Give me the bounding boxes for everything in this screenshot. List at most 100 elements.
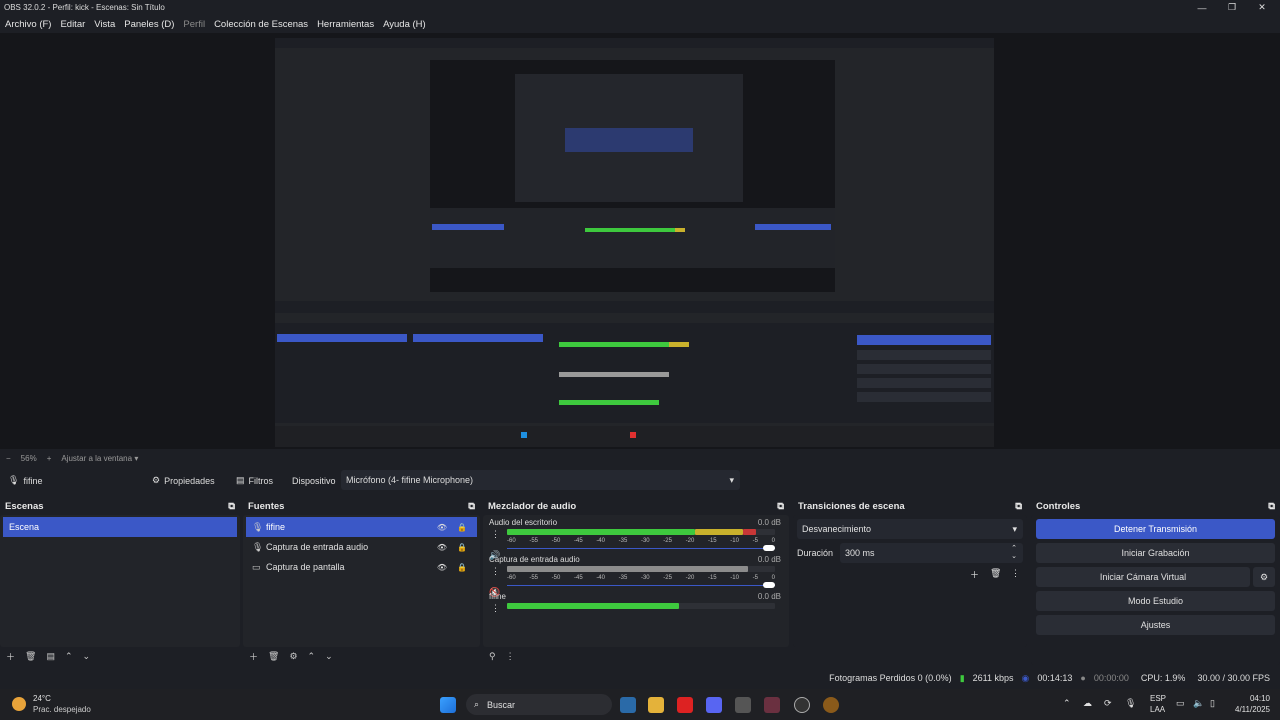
undock-icon[interactable]: ⧉ bbox=[1268, 501, 1275, 512]
volume-icon[interactable]: 🔈 bbox=[1193, 698, 1204, 709]
opera-icon[interactable] bbox=[677, 697, 693, 713]
mixer-title: Mezclador de audio bbox=[488, 500, 577, 512]
battery-icon[interactable]: ▯ bbox=[1210, 698, 1215, 709]
trash-icon[interactable]: 🗑 bbox=[268, 651, 279, 662]
microphone-icon[interactable]: 🎙 bbox=[1125, 698, 1136, 709]
menu-archivo[interactable]: Archivo (F) bbox=[5, 19, 51, 30]
chevron-up-icon[interactable]: ⌃ bbox=[65, 651, 73, 662]
zoom-in-button[interactable]: + bbox=[47, 454, 52, 463]
chevron-down-icon: ▾ bbox=[729, 474, 734, 485]
menu-vista[interactable]: Vista bbox=[94, 19, 115, 30]
filter-icon[interactable]: ▤ bbox=[46, 651, 55, 662]
meter-level bbox=[694, 529, 743, 535]
lock-icon[interactable]: 🔒 bbox=[457, 563, 467, 572]
keyboard-language[interactable]: ESP bbox=[1150, 694, 1166, 703]
network-icon[interactable]: ▭ bbox=[1176, 698, 1185, 709]
virtual-camera-settings-gear-icon[interactable]: ⚙ bbox=[1253, 567, 1275, 587]
more-icon[interactable]: ⋮ bbox=[1011, 568, 1020, 579]
eye-icon[interactable]: 👁 bbox=[437, 543, 447, 552]
virtual-camera-button[interactable]: Iniciar Cámara Virtual bbox=[1036, 567, 1250, 587]
source-item-label: Captura de pantalla bbox=[266, 562, 345, 572]
eye-icon[interactable]: 👁 bbox=[437, 523, 447, 532]
menu-perfil[interactable]: Perfil bbox=[183, 19, 205, 30]
app-icon[interactable] bbox=[620, 697, 636, 713]
add-icon[interactable]: ＋ bbox=[970, 568, 979, 581]
calculator-icon[interactable] bbox=[735, 697, 751, 713]
trash-icon[interactable]: 🗑 bbox=[990, 568, 1001, 579]
menu-editar[interactable]: Editar bbox=[60, 19, 85, 30]
slider-knob[interactable] bbox=[763, 545, 775, 551]
studio-mode-button[interactable]: Modo Estudio bbox=[1036, 591, 1275, 611]
link-icon[interactable]: ⚲ bbox=[489, 651, 496, 662]
mixer-channel: Audio del escritorio 0.0 dB ⋮ -60 -55 -50 -45-… bbox=[483, 515, 789, 560]
undock-icon[interactable]: ⧉ bbox=[777, 501, 784, 512]
clock-date[interactable]: 4/11/2025 bbox=[1220, 705, 1270, 714]
app-icon[interactable] bbox=[823, 697, 839, 713]
cpu-usage: CPU: 1.9% bbox=[1140, 673, 1186, 683]
add-icon[interactable]: ＋ bbox=[249, 650, 258, 663]
channel-db: 0.0 dB bbox=[757, 592, 781, 601]
discord-icon[interactable] bbox=[706, 697, 722, 713]
scene-item[interactable]: Escena bbox=[3, 517, 237, 537]
menu-ayuda[interactable]: Ayuda (H) bbox=[383, 19, 426, 30]
chevron-down-icon[interactable]: ⌄ bbox=[325, 651, 333, 662]
source-item-label: fifine bbox=[266, 522, 286, 532]
minimize-icon[interactable]: — bbox=[1187, 0, 1217, 15]
menu-coleccion[interactable]: Colección de Escenas bbox=[214, 19, 308, 30]
eye-icon[interactable]: 👁 bbox=[437, 563, 447, 572]
undock-icon[interactable]: ⧉ bbox=[468, 501, 475, 512]
more-icon[interactable]: ⋮ bbox=[491, 529, 500, 540]
windows-start-icon[interactable] bbox=[440, 697, 456, 713]
lock-icon[interactable]: 🔒 bbox=[457, 523, 467, 532]
volume-slider[interactable] bbox=[507, 581, 775, 589]
monitor-icon: ▭ bbox=[252, 561, 261, 572]
maximize-icon[interactable]: ❐ bbox=[1217, 0, 1247, 15]
app-icon[interactable] bbox=[764, 697, 780, 713]
folder-icon[interactable] bbox=[648, 697, 664, 713]
lock-icon[interactable]: 🔒 bbox=[457, 543, 467, 552]
more-icon[interactable]: ⋮ bbox=[491, 603, 500, 614]
menu-herramientas[interactable]: Herramientas bbox=[317, 19, 374, 30]
chevron-up-icon[interactable]: ⌃ bbox=[308, 651, 316, 662]
duration-spinbox[interactable]: 300 ms ⌃ ⌄ bbox=[840, 543, 1023, 563]
more-icon[interactable]: ⋮ bbox=[491, 566, 500, 577]
slider-knob[interactable] bbox=[763, 582, 775, 588]
filters-button[interactable]: ▤ Filtros bbox=[230, 471, 279, 491]
menu-paneles[interactable]: Paneles (D) bbox=[124, 19, 174, 30]
undock-icon[interactable]: ⧉ bbox=[1015, 501, 1022, 512]
gear-icon[interactable]: ⚙ bbox=[289, 651, 297, 662]
transition-type: Desvanecimiento bbox=[802, 524, 872, 534]
chevron-up-icon[interactable]: ⌃ bbox=[1063, 698, 1071, 709]
add-icon[interactable]: ＋ bbox=[6, 650, 15, 663]
stop-stream-button[interactable]: Detener Transmisión bbox=[1036, 519, 1275, 539]
start-recording-button[interactable]: Iniciar Grabación bbox=[1036, 543, 1275, 563]
cloud-icon[interactable]: ☁ bbox=[1083, 698, 1092, 709]
properties-button[interactable]: ⚙ Propiedades bbox=[146, 471, 221, 491]
undock-icon[interactable]: ⧉ bbox=[228, 501, 235, 512]
chevron-down-icon[interactable]: ⌄ bbox=[83, 651, 91, 662]
source-item-fifine[interactable]: 🎙 fifine 👁 🔒 bbox=[246, 517, 477, 537]
zoom-fit-select[interactable]: Ajustar a la ventana ▾ bbox=[61, 454, 138, 463]
trash-icon[interactable]: 🗑 bbox=[25, 651, 36, 662]
chevron-down-icon: ▾ bbox=[134, 453, 139, 463]
source-item-screen-capture[interactable]: ▭ Captura de pantalla 👁 🔒 bbox=[246, 557, 477, 577]
obs-icon[interactable] bbox=[794, 697, 810, 713]
scene-item-label: Escena bbox=[9, 522, 40, 532]
transition-select[interactable]: Desvanecimiento ▾ bbox=[797, 519, 1023, 539]
sources-title: Fuentes bbox=[248, 500, 285, 512]
device-select[interactable]: Micrófono (4- fifine Microphone) ▾ bbox=[341, 470, 740, 490]
keyboard-layout[interactable]: LAA bbox=[1150, 705, 1165, 714]
meter-level bbox=[507, 529, 695, 535]
clock-time[interactable]: 04:10 bbox=[1220, 694, 1270, 703]
taskbar-search[interactable]: ⌕ Buscar bbox=[466, 694, 612, 715]
channel-name: Captura de entrada audio bbox=[489, 555, 580, 564]
volume-slider[interactable] bbox=[507, 544, 775, 552]
close-icon[interactable]: ✕ bbox=[1247, 0, 1277, 15]
settings-button[interactable]: Ajustes bbox=[1036, 615, 1275, 635]
source-item-audio-capture[interactable]: 🎙 Captura de entrada audio 👁 🔒 bbox=[246, 537, 477, 557]
preview-canvas[interactable] bbox=[0, 33, 1280, 449]
source-item-label: Captura de entrada audio bbox=[266, 542, 369, 552]
sync-icon[interactable]: ⟳ bbox=[1104, 698, 1112, 709]
more-icon[interactable]: ⋮ bbox=[506, 651, 515, 662]
zoom-out-button[interactable]: − bbox=[6, 454, 11, 463]
